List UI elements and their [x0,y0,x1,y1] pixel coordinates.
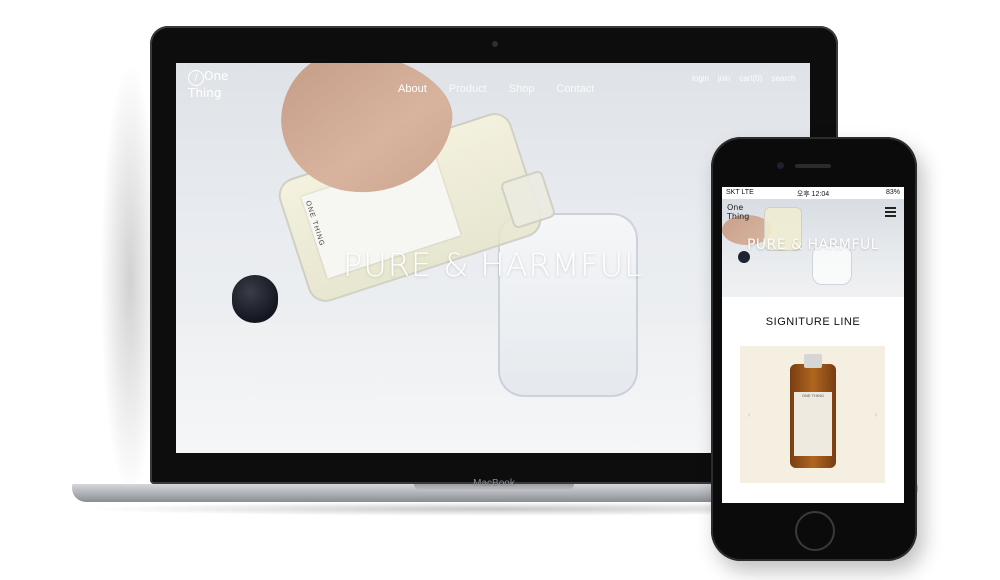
logo-mark-icon: / [188,70,204,86]
logo-bottom-text: Thing [188,86,222,100]
search-link[interactable]: search [771,74,795,83]
status-battery: 83% [885,189,900,196]
site-nav: About Product Shop Contact [398,83,594,95]
mobile-logo[interactable]: One Thing [727,203,749,221]
logo-top-text: One [204,69,229,83]
carousel-next-icon[interactable]: › [874,410,877,419]
carousel-prev-icon[interactable]: ‹ [748,410,751,419]
mobile-logo-top: One [727,203,744,212]
mobile-hero: One Thing PURE & HARMFUL [722,199,904,297]
section-title: SIGNITURE LINE [765,316,861,328]
utility-links: login join cart(0) search [692,74,796,83]
nav-contact[interactable]: Contact [556,83,594,95]
laptop-camera [492,41,498,47]
phone-camera [777,162,784,169]
phone-speaker [795,164,831,168]
hamburger-menu-icon[interactable] [885,207,896,219]
join-link[interactable]: join [718,74,730,83]
status-time: 오후 12:04 [796,191,830,198]
nav-shop[interactable]: Shop [509,83,535,95]
mobile-logo-bottom: Thing [727,212,750,221]
phone-screen: SKT LTE 오후 12:04 83% One Thing PURE & HA… [722,187,904,503]
cart-link[interactable]: cart(0) [739,74,762,83]
product-card[interactable]: ‹ ONE THING › [740,346,885,483]
mobile-hero-title: PURE & HARMFUL [746,237,880,253]
site-logo[interactable]: / One Thing [188,69,228,100]
phone-home-button[interactable] [795,511,835,551]
login-link[interactable]: login [692,74,709,83]
status-bar: SKT LTE 오후 12:04 83% [722,187,904,199]
nav-about[interactable]: About [398,83,427,95]
product-cap-image [804,354,822,368]
hero-jar-image [498,213,638,397]
product-label: ONE THING [794,392,832,456]
nav-product[interactable]: Product [449,83,487,95]
